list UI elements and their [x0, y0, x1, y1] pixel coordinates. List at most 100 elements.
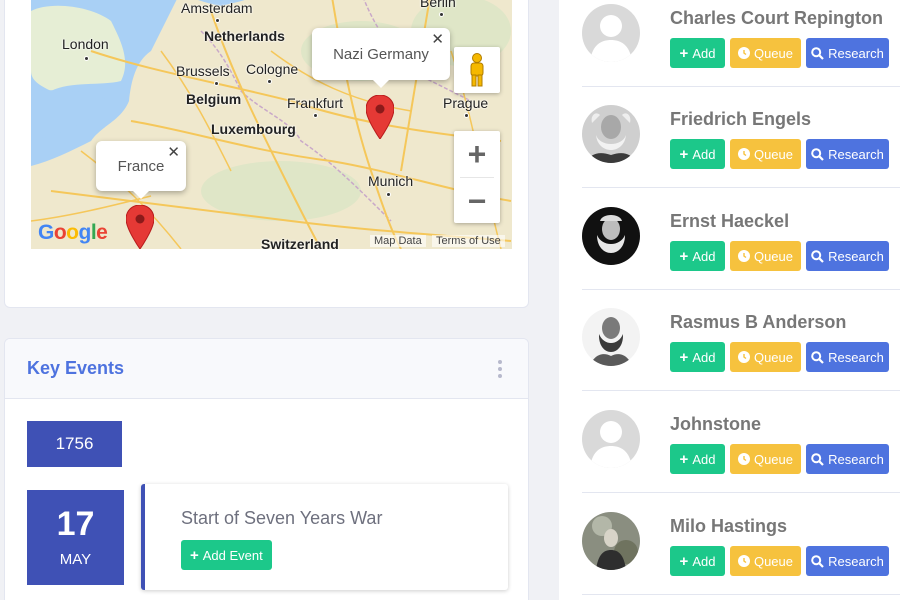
- clock-icon: [737, 148, 750, 160]
- avatar: [582, 410, 640, 468]
- info-window-label: France: [117, 157, 165, 175]
- country-label: Switzerland: [261, 236, 339, 249]
- city-label: London: [62, 36, 109, 52]
- button-label: Queue: [753, 451, 794, 467]
- avatar: [582, 308, 640, 366]
- queue-button[interactable]: Queue: [730, 139, 801, 169]
- date-month: MAY: [59, 551, 92, 568]
- button-label: Research: [828, 349, 884, 365]
- map-pin-icon[interactable]: [126, 205, 154, 249]
- pegman-icon: [470, 53, 484, 87]
- research-button[interactable]: Research: [806, 38, 889, 68]
- plus-icon: +: [190, 546, 199, 564]
- add-button[interactable]: + Add: [670, 38, 725, 68]
- button-label: Add: [692, 349, 716, 365]
- city-label: Brussels: [176, 63, 230, 79]
- plus-icon: +: [679, 145, 689, 163]
- event-title: Start of Seven Years War: [181, 508, 383, 528]
- zoom-out-button[interactable]: −: [454, 178, 500, 224]
- country-label: Netherlands: [204, 28, 285, 44]
- queue-button[interactable]: Queue: [730, 38, 801, 68]
- button-label: Add: [692, 146, 716, 162]
- more-options-icon[interactable]: [498, 359, 502, 378]
- search-icon: [811, 452, 824, 466]
- button-label: Add: [692, 451, 716, 467]
- zoom-in-button[interactable]: +: [454, 131, 500, 177]
- street-view-control[interactable]: [454, 47, 500, 93]
- map-info-window: France ✕: [96, 141, 186, 199]
- button-label: Queue: [753, 553, 794, 569]
- person-actions: + Add Queue Research: [670, 38, 889, 68]
- search-icon: [811, 554, 824, 568]
- date-badge: 17 MAY: [27, 490, 124, 585]
- clock-icon: [737, 47, 750, 59]
- city-marker: [267, 79, 272, 84]
- plus-icon: +: [679, 552, 689, 570]
- map-data-link[interactable]: Map Data: [370, 235, 426, 247]
- add-button[interactable]: + Add: [670, 546, 725, 576]
- person-row: Charles Court Repington + Add Queue Resea…: [582, 0, 900, 87]
- terms-of-use-link[interactable]: Terms of Use: [432, 235, 505, 247]
- year-badge: 1756: [27, 421, 122, 467]
- research-button[interactable]: Research: [806, 546, 889, 576]
- button-label: Queue: [753, 45, 794, 61]
- research-button[interactable]: Research: [806, 444, 889, 474]
- zoom-control: + −: [454, 131, 500, 223]
- card-title: Key Events: [27, 358, 125, 378]
- add-button[interactable]: + Add: [670, 139, 725, 169]
- research-button[interactable]: Research: [806, 139, 889, 169]
- avatar: [582, 4, 640, 62]
- search-icon: [811, 249, 824, 263]
- add-button[interactable]: + Add: [670, 241, 725, 271]
- city-label: Frankfurt: [287, 95, 344, 111]
- plus-icon: +: [679, 348, 689, 366]
- person-name: Friedrich Engels: [670, 109, 812, 129]
- clock-icon: [737, 453, 750, 465]
- add-button[interactable]: + Add: [670, 342, 725, 372]
- map-view[interactable]: Amsterdam Berlin Netherlands London Brus…: [31, 0, 512, 249]
- map-info-window: Nazi Germany ✕: [312, 28, 450, 88]
- research-button[interactable]: Research: [806, 342, 889, 372]
- button-label: Add: [692, 45, 716, 61]
- clock-icon: [737, 555, 750, 567]
- button-label: Research: [828, 451, 884, 467]
- city-marker: [439, 12, 444, 17]
- close-icon[interactable]: ✕: [167, 143, 180, 161]
- close-icon[interactable]: ✕: [431, 30, 444, 48]
- button-label: Research: [828, 248, 884, 264]
- button-label: Add: [692, 248, 716, 264]
- map-pin-icon[interactable]: [366, 95, 394, 139]
- queue-button[interactable]: Queue: [730, 444, 801, 474]
- person-row: Milo Hastings + Add Queue Research: [582, 494, 900, 595]
- people-panel: Charles Court Repington + Add Queue Resea…: [559, 0, 900, 600]
- person-name: Ernst Haeckel: [670, 211, 790, 231]
- plus-icon: +: [679, 247, 689, 265]
- person-row: Johnstone + Add Queue Research: [582, 392, 900, 493]
- queue-button[interactable]: Queue: [730, 241, 801, 271]
- city-marker: [464, 113, 469, 118]
- city-label: Prague: [443, 95, 489, 111]
- plus-icon: +: [679, 44, 689, 62]
- research-button[interactable]: Research: [806, 241, 889, 271]
- add-event-button[interactable]: + Add Event: [181, 540, 272, 570]
- city-marker: [313, 113, 318, 118]
- person-actions: + Add Queue Research: [670, 546, 889, 576]
- country-label: Belgium: [186, 91, 242, 107]
- event-item: Start of Seven Years War + Add Event: [141, 484, 508, 590]
- queue-button[interactable]: Queue: [730, 342, 801, 372]
- add-button[interactable]: + Add: [670, 444, 725, 474]
- person-row: Rasmus B Anderson + Add Queue Research: [582, 290, 900, 391]
- clock-icon: [737, 351, 750, 363]
- person-name: Charles Court Repington: [670, 8, 884, 28]
- person-actions: + Add Queue Research: [670, 342, 889, 372]
- queue-button[interactable]: Queue: [730, 546, 801, 576]
- clock-icon: [737, 250, 750, 262]
- avatar: [582, 207, 640, 265]
- button-label: Add Event: [202, 547, 263, 563]
- key-events-card: Key Events 1756 17 MAY Start of Seven Ye…: [4, 338, 529, 600]
- person-name: Rasmus B Anderson: [670, 312, 847, 332]
- person-name: Johnstone: [670, 414, 762, 434]
- city-marker: [386, 192, 391, 197]
- city-label: Cologne: [246, 61, 299, 77]
- date-day: 17: [56, 505, 95, 543]
